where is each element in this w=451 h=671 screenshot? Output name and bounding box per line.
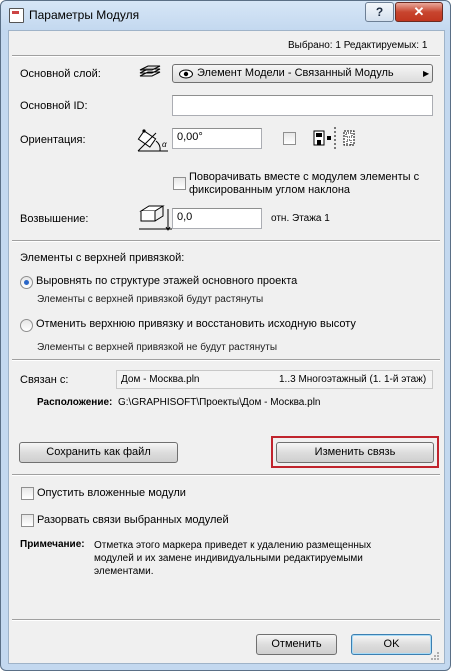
linked-source: Дом - Москва.pln 1..3 Многоэтажный (1. 1… [116,370,433,389]
break-links-checkbox[interactable] [21,514,34,527]
orientation-label: Ориентация: [20,134,86,146]
layer-label: Основной слой: [20,68,101,80]
layers-icon [138,64,162,80]
cancel-button[interactable]: Отменить [256,634,337,655]
divider [12,359,440,361]
title-bar[interactable]: Параметры Модуля ? ✕ [1,1,450,29]
elevation-label: Возвышение: [20,213,89,225]
location-label: Расположение: [37,397,113,408]
linked-to-label: Связан с: [20,374,69,386]
app-icon [9,8,24,23]
note-label: Примечание: [20,539,85,550]
mirror-checkbox[interactable] [283,132,296,145]
window-title: Параметры Модуля [29,8,140,22]
note-text: Отметка этого маркера приведет к удалени… [94,540,372,577]
arrow-right-icon: ▶ [423,69,430,78]
divider [12,55,440,57]
align-to-stories-note: Элементы с верхней привязкой будут растя… [37,294,264,305]
divider [12,240,440,242]
mirror-icon [310,125,360,151]
divider [12,619,440,621]
elevation-input[interactable]: 0,0 [172,208,262,229]
selection-status: Выбрано: 1 Редактируемых: 1 [288,40,428,51]
linked-story: 1..3 Многоэтажный (1. 1-й этаж) [279,374,427,385]
align-to-stories-label: Выровнять по структуре этажей основного … [36,275,298,287]
restore-height-label: Отменить верхнюю привязку и восстановить… [36,318,356,330]
restore-height-radio[interactable] [20,319,33,332]
close-button[interactable]: ✕ [395,2,443,22]
restore-height-note: Элементы с верхней привязкой не будут ра… [37,342,278,353]
ok-button[interactable]: OK [351,634,432,655]
save-as-file-button[interactable]: Сохранить как файл [19,442,178,463]
break-links-label: Разорвать связи выбранных модулей [37,514,229,526]
rotate-with-module-label: Поворачивать вместе с модулем элементы с… [189,171,420,196]
elevation-icon [136,201,172,233]
svg-text:α: α [162,140,167,149]
dialog-body: Выбрано: 1 Редактируемых: 1 Основной сло… [8,30,445,664]
skip-nested-checkbox[interactable] [21,487,34,500]
main-id-input[interactable] [172,95,433,116]
resize-grip-icon[interactable] [430,651,440,661]
top-linked-heading: Элементы с верхней привязкой: [20,252,185,264]
rotate-with-module-checkbox[interactable] [173,177,186,190]
align-to-stories-radio[interactable] [20,276,33,289]
main-id-label: Основной ID: [20,100,88,112]
elevation-reference: отн. Этажа 1 [271,213,330,224]
location-path: G:\GRAPHISOFT\Проекты\Дом - Москва.pln [118,397,321,408]
change-link-button[interactable]: Изменить связь [276,442,434,463]
eye-icon [178,65,194,88]
skip-nested-label: Опустить вложенные модули [37,487,186,499]
rotation-angle-icon: α [136,125,172,155]
divider [12,474,440,476]
help-button[interactable]: ? [365,2,394,22]
layer-value: Элемент Модели - Связанный Модуль [197,67,394,79]
layer-dropdown[interactable]: Элемент Модели - Связанный Модуль ▶ [172,64,433,83]
dialog-window: Параметры Модуля ? ✕ Выбрано: 1 Редактир… [0,0,451,671]
orientation-input[interactable]: 0,00° [172,128,262,149]
linked-file: Дом - Москва.pln [121,374,200,385]
